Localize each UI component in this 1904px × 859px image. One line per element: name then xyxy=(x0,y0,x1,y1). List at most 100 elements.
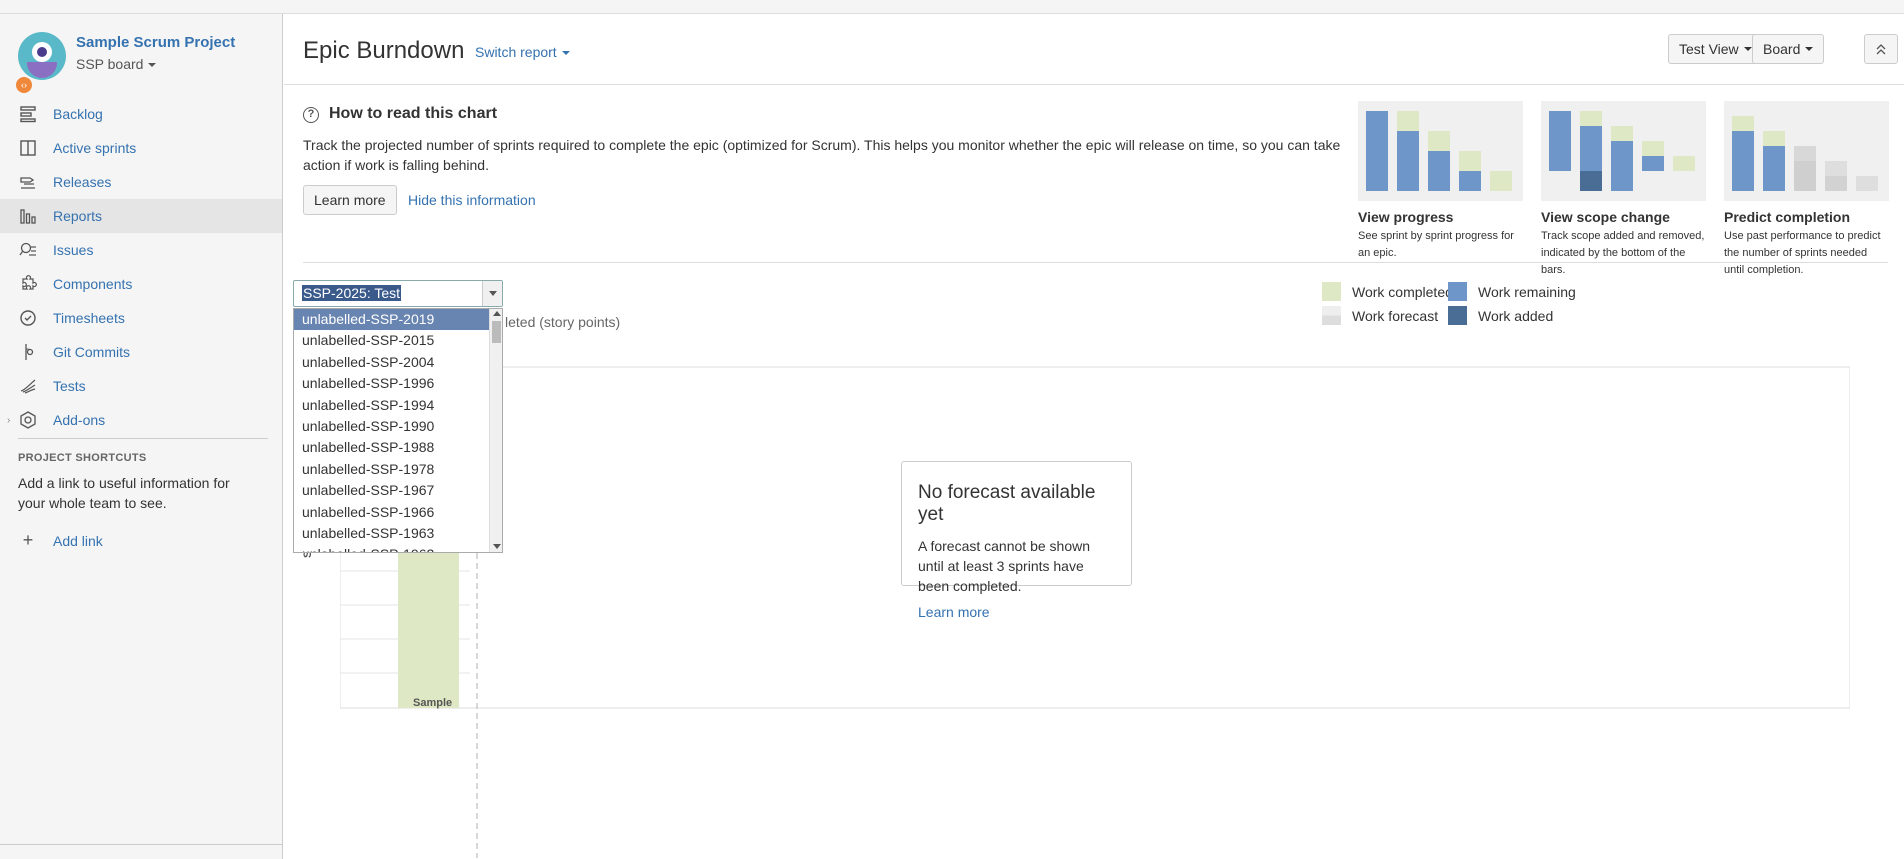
learn-more-button[interactable]: Learn more xyxy=(303,185,397,215)
sidebar-nav: Backlog Active sprints Releases Reports … xyxy=(0,97,282,437)
card-predict-completion: Predict completion Use past performance … xyxy=(1724,101,1889,279)
no-forecast-panel: No forecast available yet A forecast can… xyxy=(901,461,1132,620)
legend-label: Work completed xyxy=(1352,283,1453,300)
switch-report-label: Switch report xyxy=(475,44,557,60)
legend-work-added: Work added xyxy=(1448,306,1553,325)
timesheets-icon xyxy=(18,308,38,328)
sidebar-item-label: Tests xyxy=(53,378,86,394)
sidebar-item-backlog[interactable]: Backlog xyxy=(0,97,282,131)
board-button[interactable]: Board xyxy=(1752,34,1825,64)
sidebar-item-tests[interactable]: Tests xyxy=(0,369,282,403)
legend-work-remaining: Work remaining xyxy=(1448,282,1576,301)
divider xyxy=(18,438,268,439)
chevron-right-icon[interactable]: › xyxy=(7,415,10,426)
section-divider xyxy=(303,262,1888,263)
avatar-body xyxy=(27,62,57,78)
legend-swatch xyxy=(1322,306,1341,325)
plus-icon: + xyxy=(22,530,34,550)
dropdown-option[interactable]: unlabelled-SSP-2015 xyxy=(294,330,502,351)
card-description: Use past performance to predict the numb… xyxy=(1724,230,1881,276)
sidebar-item-label: Git Commits xyxy=(53,344,130,360)
forecast-learn-more-link[interactable]: Learn more xyxy=(918,604,1115,620)
epic-select-value: SSP-2025: Test xyxy=(302,285,402,301)
chevron-down-icon xyxy=(1743,47,1752,51)
sidebar-item-add-ons[interactable]: › Add-ons xyxy=(0,403,282,437)
sidebar-item-label: Timesheets xyxy=(53,310,125,326)
howto-description: Track the projected number of sprints re… xyxy=(303,137,1341,173)
card-title: View scope change xyxy=(1541,209,1670,225)
sidebar-item-reports[interactable]: Reports xyxy=(0,199,282,233)
sidebar-item-label: Components xyxy=(53,276,133,292)
switch-report-dropdown[interactable]: Switch report xyxy=(475,44,570,60)
sidebar-item-timesheets[interactable]: Timesheets xyxy=(0,301,282,335)
legend-swatch xyxy=(1448,306,1467,325)
double-chevron-up-icon xyxy=(1876,44,1886,55)
dropdown-option[interactable]: unlabelled-SSP-2019 xyxy=(294,309,502,331)
chevron-down-icon xyxy=(561,51,570,56)
dropdown-option[interactable]: unlabelled-SSP-1963 xyxy=(294,523,502,544)
shortcuts-title: PROJECT SHORTCUTS xyxy=(18,452,147,464)
howto-title: How to read this chart xyxy=(329,105,498,122)
dropdown-option[interactable]: unlabelled-SSP-1994 xyxy=(294,395,502,416)
card-view-progress: View progress See sprint by sprint progr… xyxy=(1358,101,1523,262)
legend-label: Work remaining xyxy=(1478,283,1576,300)
sidebar-item-active-sprints[interactable]: Active sprints xyxy=(0,131,282,165)
releases-icon xyxy=(18,172,38,192)
epic-dropdown-list[interactable]: unlabelled-SSP-2019 unlabelled-SSP-2015 un… xyxy=(293,308,503,553)
add-link-label: Add link xyxy=(53,532,103,549)
dropdown-option[interactable]: unlabelled-SSP-1988 xyxy=(294,437,502,458)
dropdown-option[interactable]: unlabelled-SSP-1967 xyxy=(294,480,502,501)
sidebar-item-git-commits[interactable]: Git Commits xyxy=(0,335,282,369)
x-tick-label: Sample xyxy=(413,697,453,709)
card-title: View progress xyxy=(1358,209,1454,225)
sidebar-item-label: Issues xyxy=(53,242,94,258)
chart-subtitle: leted (story points) xyxy=(505,314,621,330)
sidebar-footer xyxy=(0,844,283,845)
sidebar-item-label: Releases xyxy=(53,174,112,190)
active-sprints-icon xyxy=(18,138,38,158)
chevron-down-icon[interactable] xyxy=(482,281,502,306)
card-view-scope-change: View scope change Track scope added and … xyxy=(1541,101,1706,279)
legend-label: Work forecast xyxy=(1352,307,1439,324)
add-link-button[interactable]: + Add link xyxy=(18,530,103,551)
test-view-label: Test View xyxy=(1679,41,1739,57)
dropdown-scrollbar[interactable] xyxy=(489,309,502,552)
dropdown-option[interactable]: unlabelled-SSP-2004 xyxy=(294,352,502,373)
dropdown-option[interactable]: unlabelled-SSP-1990 xyxy=(294,416,502,437)
test-view-button[interactable]: Test View xyxy=(1668,34,1763,64)
card-title: Predict completion xyxy=(1724,209,1851,225)
top-bar xyxy=(0,0,1904,14)
scroll-up-icon[interactable] xyxy=(493,311,501,316)
sidebar-item-label: Active sprints xyxy=(53,140,137,156)
scroll-down-icon[interactable] xyxy=(493,544,501,549)
dropdown-option[interactable]: unlabelled-SSP-1978 xyxy=(294,459,502,480)
sidebar-item-issues[interactable]: Issues xyxy=(0,233,282,267)
project-name-link[interactable]: Sample Scrum Project xyxy=(76,34,235,51)
predict-completion-thumbnail xyxy=(1724,101,1889,201)
avatar-pupil xyxy=(37,47,47,57)
view-progress-thumbnail xyxy=(1358,101,1523,201)
forecast-title: No forecast available yet xyxy=(918,482,1096,525)
sidebar-item-releases[interactable]: Releases xyxy=(0,165,282,199)
components-icon xyxy=(18,274,38,294)
project-avatar[interactable] xyxy=(18,32,66,80)
hide-information-link[interactable]: Hide this information xyxy=(408,192,536,208)
epic-select[interactable]: SSP-2025: Test xyxy=(293,280,503,307)
dropdown-option[interactable]: unlabelled-SSP-1962 xyxy=(294,544,502,552)
board-switcher[interactable]: SSP board xyxy=(76,56,157,72)
dropdown-option[interactable]: unlabelled-SSP-1996 xyxy=(294,373,502,394)
legend-swatch xyxy=(1448,282,1467,301)
backlog-icon xyxy=(18,104,38,124)
header-divider xyxy=(284,84,1904,85)
chevron-down-icon xyxy=(148,63,157,68)
board-label: Board xyxy=(1763,41,1801,57)
git-commits-icon xyxy=(18,342,38,362)
sidebar-item-components[interactable]: Components xyxy=(0,267,282,301)
view-scope-change-thumbnail xyxy=(1541,101,1706,201)
collapse-header-button[interactable] xyxy=(1864,34,1898,64)
dropdown-option[interactable]: unlabelled-SSP-1966 xyxy=(294,502,502,523)
sidebar: ‹› Sample Scrum Project SSP board Backlo… xyxy=(0,14,283,859)
sidebar-item-label: Backlog xyxy=(53,106,103,122)
forecast-text: A forecast cannot be shown until at leas… xyxy=(918,538,1090,594)
scrollbar-thumb[interactable] xyxy=(492,321,501,343)
